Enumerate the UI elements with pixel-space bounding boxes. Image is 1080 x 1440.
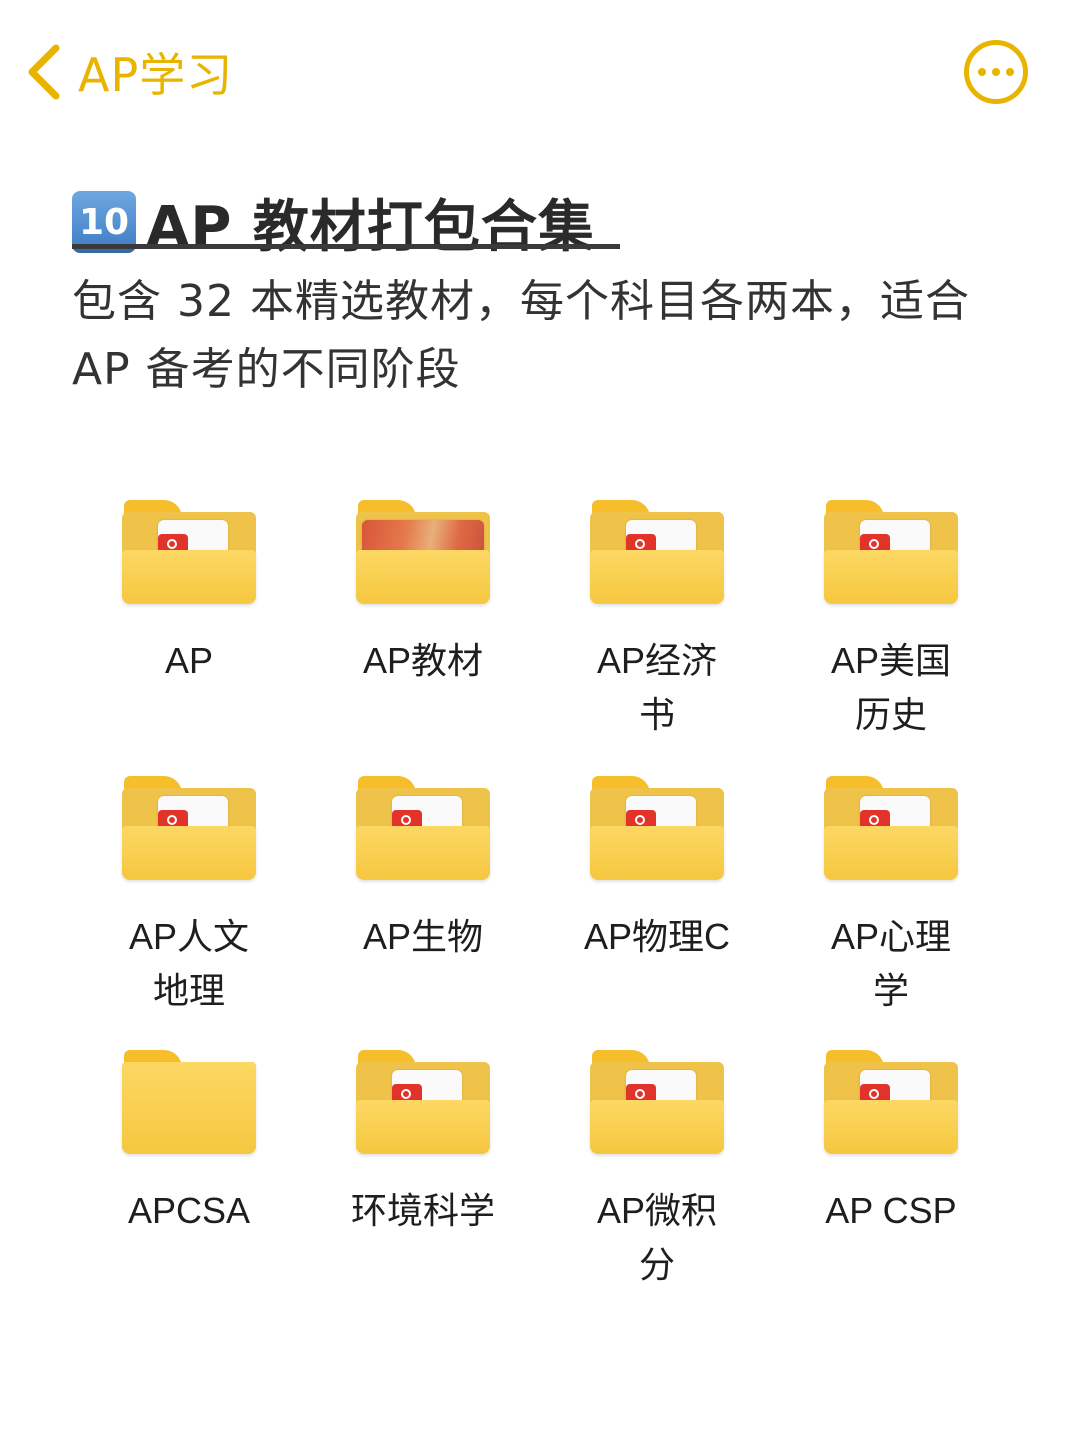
more-options-button[interactable] xyxy=(964,40,1028,104)
folder-label: AP xyxy=(164,640,214,681)
folder-label: AP教材 xyxy=(362,640,484,681)
folder-label: APCSA xyxy=(127,1190,251,1231)
folder-icon xyxy=(590,492,724,606)
page-title: AP 教材打包合集 xyxy=(146,194,595,260)
title-underline xyxy=(72,244,620,249)
folder-item[interactable]: AP微积分 xyxy=(540,1042,774,1292)
folder-icon xyxy=(824,768,958,882)
folder-label: AP CSP xyxy=(825,1190,957,1231)
folder-item[interactable]: AP经济书 xyxy=(540,492,774,742)
top-nav-bar: AP学习 xyxy=(0,0,1080,140)
folder-label: AP生物 xyxy=(362,916,484,957)
folder-item[interactable]: AP物理C xyxy=(540,768,774,964)
page-heading: 10 AP 教材打包合集 xyxy=(72,182,595,262)
folder-icon xyxy=(824,1042,958,1156)
folder-label: AP人文地理 xyxy=(128,916,250,1011)
back-button[interactable]: AP学习 xyxy=(22,36,233,108)
page-description: 包含 32 本精选教材，每个科目各两本，适合 AP 备考的不同阶段 xyxy=(72,276,970,395)
folder-item[interactable]: AP美国历史 xyxy=(774,492,1008,742)
folder-item[interactable]: AP CSP xyxy=(774,1042,1008,1238)
more-horizontal-icon xyxy=(978,68,1014,76)
folder-item[interactable]: 环境科学 xyxy=(306,1042,540,1238)
folder-label: AP美国历史 xyxy=(830,640,952,735)
folder-item[interactable]: AP教材 xyxy=(306,492,540,688)
folder-icon xyxy=(356,492,490,606)
folder-icon xyxy=(356,1042,490,1156)
folder-label: 环境科学 xyxy=(350,1190,495,1231)
folder-item[interactable]: AP人文地理 xyxy=(72,768,306,1018)
folder-label: AP微积分 xyxy=(596,1190,718,1285)
folder-icon xyxy=(356,768,490,882)
folder-item[interactable]: AP心理学 xyxy=(774,768,1008,1018)
page: AP学习 10 AP 教材打包合集 包含 32 本精选教材，每个科目各两本，适合… xyxy=(0,0,1080,1440)
folder-icon xyxy=(824,492,958,606)
folder-icon xyxy=(590,1042,724,1156)
folder-item[interactable]: AP xyxy=(72,492,306,688)
folder-item[interactable]: APCSA xyxy=(72,1042,306,1238)
folder-icon xyxy=(590,768,724,882)
folder-icon xyxy=(122,1042,256,1156)
folder-label: AP物理C xyxy=(583,916,731,957)
folder-label: AP经济书 xyxy=(596,640,718,735)
folder-icon xyxy=(122,768,256,882)
folder-icon xyxy=(122,492,256,606)
nav-title: AP学习 xyxy=(78,48,234,102)
folder-item[interactable]: AP生物 xyxy=(306,768,540,964)
folder-label: AP心理学 xyxy=(830,916,952,1011)
chevron-left-icon xyxy=(28,44,60,100)
